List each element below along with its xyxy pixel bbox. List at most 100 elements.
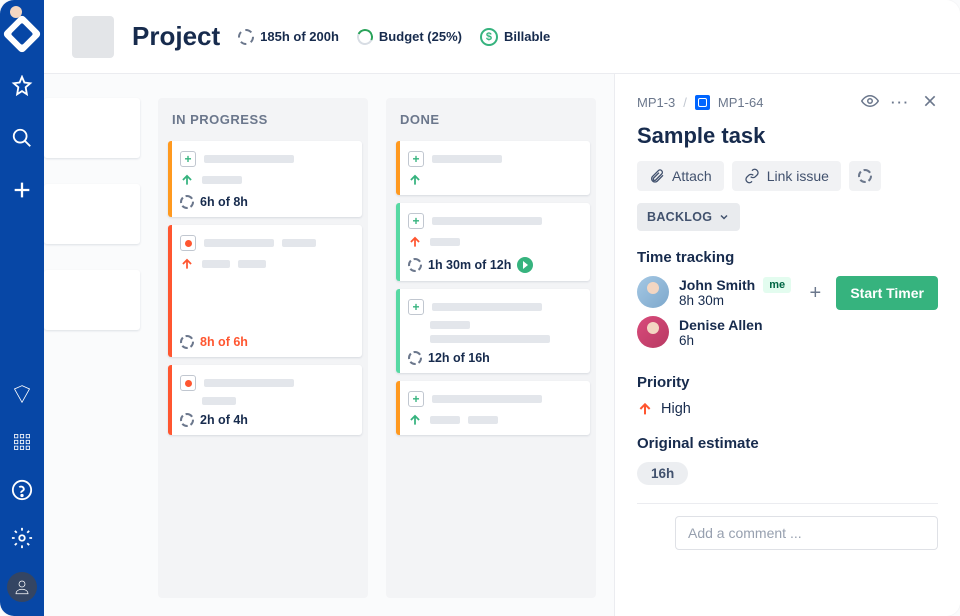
priority-up-icon bbox=[180, 257, 194, 271]
timer-icon-button[interactable] bbox=[849, 161, 881, 191]
placeholder-text bbox=[432, 395, 542, 403]
placeholder-text bbox=[204, 155, 294, 163]
me-badge: me bbox=[763, 277, 791, 293]
time-icon bbox=[180, 195, 194, 209]
billable-icon: $ bbox=[480, 28, 498, 46]
priority-up-icon bbox=[180, 173, 194, 187]
priority-up-icon bbox=[408, 235, 422, 249]
placeholder-text bbox=[468, 416, 498, 424]
search-icon[interactable] bbox=[8, 124, 36, 152]
card-time: 2h of 4h bbox=[200, 413, 248, 427]
add-time-button[interactable]: + bbox=[804, 282, 826, 304]
project-icon bbox=[72, 16, 114, 58]
priority-value[interactable]: High bbox=[637, 401, 938, 417]
apps-icon[interactable] bbox=[8, 428, 36, 456]
stat-budget: Budget (25%) bbox=[357, 29, 462, 45]
dot-icon bbox=[180, 375, 196, 391]
comment-input[interactable]: Add a comment ... bbox=[675, 516, 938, 550]
card-peek[interactable] bbox=[44, 98, 140, 158]
column-title: DONE bbox=[396, 112, 590, 133]
profile-avatar[interactable] bbox=[7, 572, 37, 602]
dot-icon bbox=[180, 235, 196, 251]
priority-up-icon bbox=[408, 413, 422, 427]
placeholder-text bbox=[282, 239, 316, 247]
placeholder-text bbox=[430, 416, 460, 424]
placeholder-text bbox=[432, 217, 542, 225]
card[interactable]: + bbox=[396, 141, 590, 195]
placeholder-text bbox=[202, 397, 236, 405]
placeholder-text bbox=[430, 238, 460, 246]
plus-icon: + bbox=[408, 213, 424, 229]
issue-title: Sample task bbox=[637, 123, 938, 149]
status-dropdown[interactable]: BACKLOG bbox=[637, 203, 740, 231]
card-time: 8h of 6h bbox=[200, 335, 248, 349]
card-peek[interactable] bbox=[44, 270, 140, 330]
card-time: 6h of 8h bbox=[200, 195, 248, 209]
more-icon[interactable]: ··· bbox=[891, 95, 910, 110]
time-icon bbox=[180, 413, 194, 427]
add-icon[interactable] bbox=[8, 176, 36, 204]
section-priority: Priority bbox=[637, 374, 938, 391]
card[interactable]: + bbox=[396, 289, 590, 373]
play-icon[interactable] bbox=[517, 257, 533, 273]
placeholder-text bbox=[202, 260, 230, 268]
placeholder-text bbox=[204, 379, 294, 387]
placeholder-text bbox=[432, 155, 502, 163]
avatar bbox=[637, 316, 669, 348]
plus-icon: + bbox=[408, 391, 424, 407]
card[interactable]: 8h of 6h bbox=[168, 225, 362, 357]
avatar bbox=[637, 519, 665, 547]
breadcrumb-issue[interactable]: MP1-64 bbox=[718, 95, 764, 110]
hours-icon bbox=[238, 29, 254, 45]
close-icon[interactable] bbox=[922, 93, 938, 112]
priority-up-icon bbox=[408, 173, 422, 187]
app-logo[interactable] bbox=[8, 20, 36, 48]
stat-hours: 185h of 200h bbox=[238, 29, 339, 45]
placeholder-text bbox=[432, 303, 542, 311]
budget-icon bbox=[355, 26, 376, 47]
estimate-value[interactable]: 16h bbox=[637, 462, 688, 485]
card[interactable]: 2h of 4h bbox=[168, 365, 362, 435]
section-time-tracking: Time tracking bbox=[637, 249, 938, 266]
plus-icon: + bbox=[408, 299, 424, 315]
time-icon bbox=[180, 335, 194, 349]
user-name: Denise Allen bbox=[679, 317, 763, 333]
column-done: DONE + bbox=[386, 98, 596, 598]
kanban-board: IN PROGRESS + bbox=[44, 74, 614, 616]
column-in-progress: IN PROGRESS + bbox=[158, 98, 368, 598]
time-icon bbox=[408, 351, 422, 365]
settings-icon[interactable] bbox=[8, 524, 36, 552]
card-peek[interactable] bbox=[44, 184, 140, 244]
user-time: 6h bbox=[679, 333, 763, 348]
placeholder-text bbox=[204, 239, 274, 247]
placeholder-text bbox=[430, 321, 470, 329]
column-peek bbox=[44, 98, 140, 598]
issue-detail-panel: MP1-3 / MP1-64 ··· Sample task Attach bbox=[614, 74, 960, 616]
column-title: IN PROGRESS bbox=[168, 112, 362, 133]
breadcrumb: MP1-3 / MP1-64 ··· bbox=[637, 92, 938, 113]
project-title: Project bbox=[132, 21, 220, 52]
section-estimate: Original estimate bbox=[637, 435, 938, 452]
tracked-user: Denise Allen 6h bbox=[637, 316, 938, 348]
time-icon bbox=[408, 258, 422, 272]
breadcrumb-parent[interactable]: MP1-3 bbox=[637, 95, 675, 110]
star-icon[interactable] bbox=[8, 72, 36, 100]
global-nav bbox=[0, 0, 44, 616]
help-icon[interactable] bbox=[8, 476, 36, 504]
link-issue-button[interactable]: Link issue bbox=[732, 161, 841, 191]
card[interactable]: + bbox=[396, 381, 590, 435]
project-header: Project 185h of 200h Budget (25%) $ Bill… bbox=[44, 0, 960, 74]
tracked-user: John Smith me 8h 30m bbox=[637, 276, 791, 308]
card-time: 1h 30m of 12h bbox=[428, 258, 511, 272]
divider bbox=[637, 503, 938, 504]
avatar bbox=[637, 276, 669, 308]
start-timer-button[interactable]: Start Timer bbox=[836, 276, 938, 310]
card[interactable]: + 6h of 8h bbox=[168, 141, 362, 217]
notification-icon[interactable] bbox=[8, 380, 36, 408]
card[interactable]: + 1h 30m of 12h bbox=[396, 203, 590, 281]
card-time: 12h of 16h bbox=[428, 351, 490, 365]
user-name: John Smith bbox=[679, 277, 755, 293]
attach-button[interactable]: Attach bbox=[637, 161, 724, 191]
placeholder-text bbox=[430, 335, 550, 343]
watch-icon[interactable] bbox=[861, 92, 879, 113]
